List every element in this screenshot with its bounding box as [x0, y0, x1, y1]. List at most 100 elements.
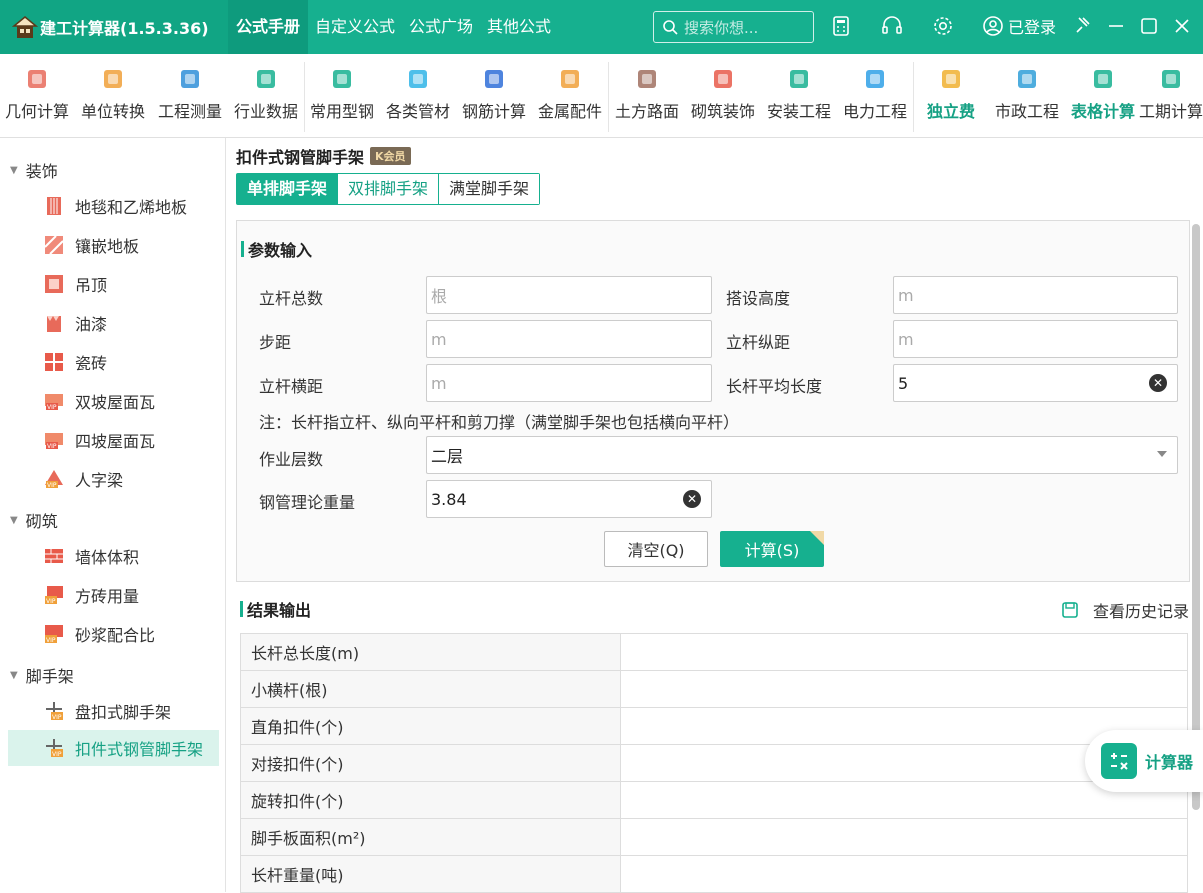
cross-spacing-input[interactable]: m	[426, 364, 712, 402]
toolbar-item[interactable]: 表格计算	[1065, 66, 1141, 122]
tools-icon	[333, 70, 351, 88]
cross-spacing-label: 立杆横距	[259, 377, 324, 396]
sidebar-item-hip-roof[interactable]: VIP 四坡屋面瓦	[8, 422, 219, 458]
metal-fitting-icon	[561, 70, 579, 88]
toolbar-item[interactable]: 安装工程	[761, 66, 837, 122]
cube-icon	[28, 70, 46, 88]
toolbar-item[interactable]: 独立费	[913, 66, 989, 122]
page-title-text: 扣件式钢管脚手架	[236, 148, 365, 167]
toolbar-item-label: 土方路面	[614, 102, 679, 121]
height-placeholder: m	[898, 285, 914, 305]
section-title-text: 参数输入	[248, 241, 313, 260]
result-label: 对接扣件(个)	[240, 744, 621, 782]
toolbar-item[interactable]: 单位转换	[75, 66, 151, 122]
tab-single-row[interactable]: 单排脚手架	[237, 174, 339, 204]
ceiling-icon	[45, 275, 63, 293]
roof-vip-icon: VIP	[45, 394, 63, 411]
sidebar-item-double-slope-roof[interactable]: VIP 双坡屋面瓦	[8, 383, 219, 419]
earthwork-icon	[638, 70, 656, 88]
inlaid-floor-icon	[44, 235, 64, 255]
toolbar-item-label: 钢筋计算	[461, 102, 526, 121]
carpet-icon	[47, 197, 61, 215]
toolbar-item[interactable]: 市政工程	[989, 66, 1065, 122]
nav-custom-formula[interactable]: 自定义公式	[308, 0, 402, 54]
maximize-icon[interactable]	[1137, 14, 1161, 38]
toolbar-item[interactable]: 土方路面	[609, 66, 685, 122]
toolbar-item-label: 电力工程	[842, 102, 907, 121]
minimize-icon[interactable]	[1104, 14, 1128, 38]
page-title: 扣件式钢管脚手架 K会员	[236, 144, 411, 168]
avg-length-input[interactable]: 5 ✕	[893, 364, 1178, 402]
toolbar-item[interactable]: 电力工程	[837, 66, 913, 122]
floating-calculator-label: 计算器	[1145, 753, 1194, 772]
sidebar-item-label: 双坡屋面瓦	[75, 393, 156, 412]
vertical-scrollbar[interactable]	[1192, 224, 1200, 810]
calendar-icon	[1162, 70, 1180, 88]
result-row: 对接扣件(个)	[240, 744, 1188, 782]
tab-double-row[interactable]: 双排脚手架	[338, 174, 440, 204]
scaffold-tabs: 单排脚手架 双排脚手架 满堂脚手架	[236, 173, 541, 205]
layers-select[interactable]: 二层	[426, 436, 1178, 474]
calculator-icon[interactable]	[829, 14, 853, 38]
toolbar-item[interactable]: 金属配件	[532, 66, 608, 122]
sidebar-item-disc-scaffold[interactable]: VIP 盘扣式脚手架	[8, 693, 219, 729]
search-box[interactable]: 搜索你想...	[653, 11, 814, 43]
toolbar-item-label: 常用型钢	[309, 102, 374, 121]
sidebar-item-label: 地毯和乙烯地板	[75, 198, 188, 217]
sidebar-item-wall-volume[interactable]: 墙体体积	[8, 538, 219, 574]
sidebar-item-label: 镶嵌地板	[75, 237, 140, 256]
toolbar-item[interactable]: 行业数据	[228, 66, 304, 122]
toolbar-item[interactable]: 工程测量	[152, 66, 228, 122]
note-text: 注：长杆指立杆、纵向平杆和剪刀撑（满堂脚手架也包括横向平杆）	[259, 413, 740, 432]
height-input[interactable]: m	[893, 276, 1178, 314]
toolbar-item-label: 工程测量	[157, 102, 222, 121]
weight-input[interactable]: 3.84 ✕	[426, 480, 712, 518]
pin-icon[interactable]	[1071, 14, 1095, 38]
sidebar-item-inlaid-floor[interactable]: 镶嵌地板	[8, 227, 219, 263]
save-history-icon	[1062, 602, 1078, 618]
svg-text:VIP: VIP	[47, 482, 57, 489]
category-label: 装饰	[25, 162, 58, 181]
long-spacing-input[interactable]: m	[893, 320, 1178, 358]
toolbar-item[interactable]: 砌筑装饰	[685, 66, 761, 122]
sidebar-category-scaffold[interactable]: ▼ 脚手架	[10, 663, 74, 687]
floating-calculator-button[interactable]: 计算器	[1085, 730, 1203, 792]
pole-count-input[interactable]: 根	[426, 276, 712, 314]
clear-icon[interactable]: ✕	[1149, 374, 1167, 392]
sidebar-item-mortar-ratio[interactable]: VIP 砂浆配合比	[8, 616, 219, 652]
step-placeholder: m	[431, 329, 447, 349]
calculate-button[interactable]: 计算(S)	[720, 531, 824, 567]
sidebar-item-square-brick[interactable]: VIP 方砖用量	[8, 577, 219, 613]
sidebar-item-paint[interactable]: 油漆	[8, 305, 219, 341]
svg-text:VIP: VIP	[46, 598, 56, 605]
step-input[interactable]: m	[426, 320, 712, 358]
toolbar-item[interactable]: 各类管材	[380, 66, 456, 122]
result-value	[620, 633, 1188, 671]
headset-icon[interactable]	[880, 14, 904, 38]
nav-formula-manual[interactable]: 公式手册	[228, 0, 309, 54]
vip-corner-icon	[810, 531, 824, 545]
clear-button[interactable]: 清空(Q)	[604, 531, 708, 567]
nav-other-formula[interactable]: 其他公式	[480, 0, 558, 54]
toolbar-item[interactable]: 钢筋计算	[456, 66, 532, 122]
tab-full-hall[interactable]: 满堂脚手架	[439, 174, 540, 204]
login-status[interactable]: 已登录	[982, 14, 1056, 38]
sidebar-category-decoration[interactable]: ▼ 装饰	[10, 158, 58, 182]
search-placeholder: 搜索你想...	[684, 18, 759, 37]
toolbar-item[interactable]: 几何计算	[0, 66, 75, 122]
view-history-link[interactable]: 查看历史记录	[1061, 598, 1189, 622]
toolbar-item[interactable]: 常用型钢	[304, 66, 380, 122]
sidebar-category-masonry[interactable]: ▼ 砌筑	[10, 508, 58, 532]
sidebar-item-carpet[interactable]: 地毯和乙烯地板	[8, 188, 219, 224]
sidebar-item-truss[interactable]: VIP 人字梁	[8, 461, 219, 497]
calculate-label: 计算(S)	[744, 541, 800, 560]
clear-icon[interactable]: ✕	[683, 490, 701, 508]
toolbar-item[interactable]: 工期计算	[1133, 66, 1203, 122]
sidebar-item-ceiling[interactable]: 吊顶	[8, 266, 219, 302]
sidebar-item-coupler-scaffold[interactable]: VIP 扣件式钢管脚手架	[8, 730, 219, 766]
sidebar-item-tile[interactable]: 瓷砖	[8, 344, 219, 380]
nav-formula-plaza[interactable]: 公式广场	[402, 0, 480, 54]
result-value	[620, 855, 1188, 893]
close-icon[interactable]	[1170, 14, 1194, 38]
settings-icon[interactable]	[931, 14, 955, 38]
